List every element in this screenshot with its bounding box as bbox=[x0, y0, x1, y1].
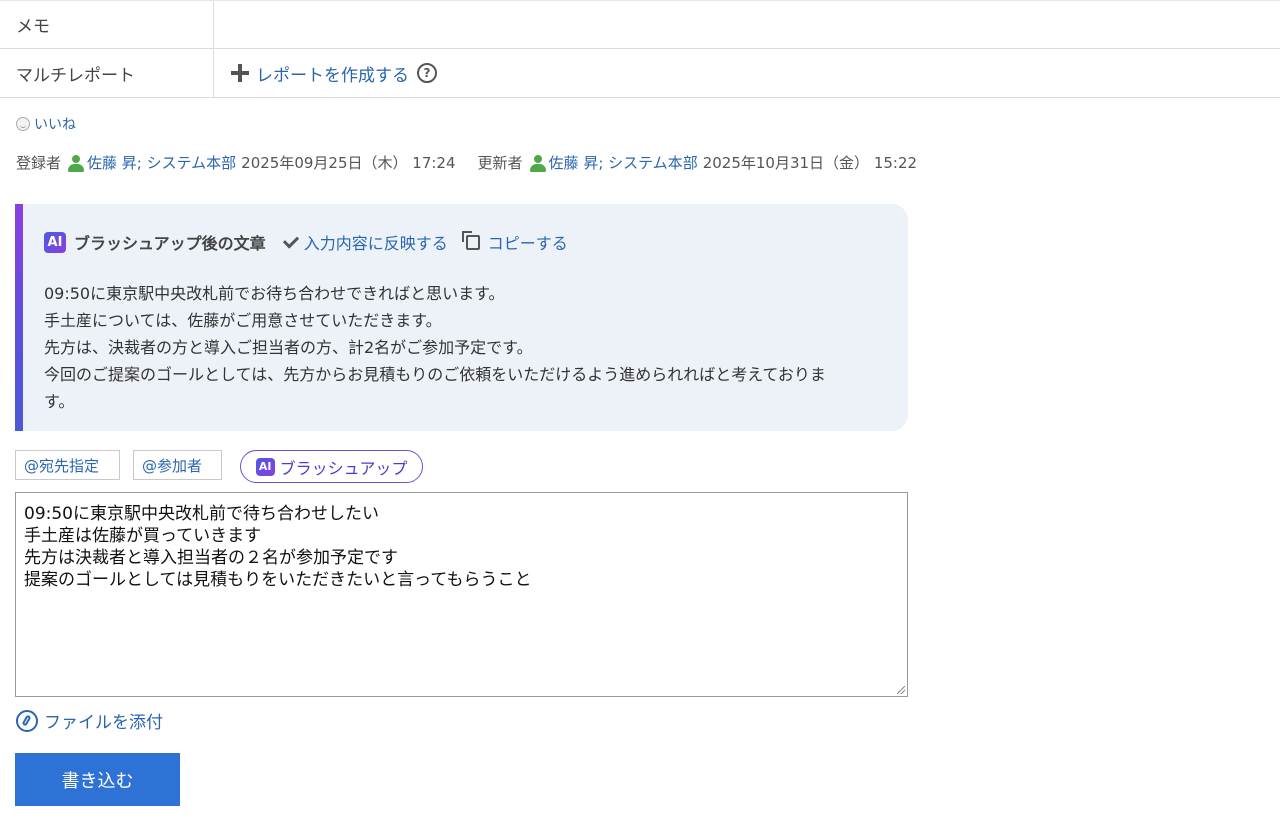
like-link[interactable]: いいね bbox=[34, 114, 76, 134]
like-row: いいね bbox=[16, 114, 76, 134]
user-icon bbox=[67, 154, 85, 172]
apply-to-input-link[interactable]: 入力内容に反映する bbox=[304, 230, 448, 254]
ai-panel-header: AI ブラッシュアップ後の文章 入力内容に反映する コピーする bbox=[44, 230, 568, 254]
comment-textarea[interactable]: 09:50に東京駅中央改札前で待ち合わせしたい 手土産は佐藤が買っていきます 先… bbox=[15, 492, 908, 697]
ai-icon: AI bbox=[255, 457, 275, 476]
ai-brushup-panel: AI ブラッシュアップ後の文章 入力内容に反映する コピーする 09:50に東京… bbox=[15, 204, 908, 431]
updater-name-link[interactable]: 佐藤 昇; システム本部 bbox=[549, 152, 698, 173]
memo-row: メモ bbox=[0, 0, 1280, 49]
ai-text-line: す。 bbox=[44, 392, 75, 411]
copy-link[interactable]: コピーする bbox=[488, 230, 568, 254]
resize-handle[interactable] bbox=[897, 686, 905, 694]
updated-at: 2025年10月31日（金） 15:22 bbox=[702, 154, 918, 172]
editor-line: 先方は決裁者と導入担当者の２名が参加予定です bbox=[24, 548, 398, 568]
multireport-label: マルチレポート bbox=[0, 49, 214, 97]
ai-panel-text: 09:50に東京駅中央改札前でお待ち合わせできればと思います。 手土産については… bbox=[44, 280, 884, 415]
brushup-button[interactable]: AI ブラッシュアップ bbox=[240, 450, 423, 483]
updater-label: 更新者 bbox=[477, 154, 523, 172]
brushup-label: ブラッシュアップ bbox=[279, 458, 408, 478]
mention-participants-button[interactable]: @参加者 bbox=[133, 450, 222, 480]
ai-text-line: 今回のご提案のゴールとしては、先方からお見積もりのご依頼をいただけるよう進められ… bbox=[44, 365, 826, 384]
memo-label: メモ bbox=[0, 1, 214, 48]
copy-icon bbox=[461, 230, 480, 250]
editor-line: 09:50に東京駅中央改札前で待ち合わせしたい bbox=[24, 504, 379, 524]
ai-text-line: 手土産については、佐藤がご用意させていただきます。 bbox=[44, 311, 442, 330]
mention-addressee-button[interactable]: @宛先指定 bbox=[15, 450, 120, 480]
ai-panel-title: ブラッシュアップ後の文章 bbox=[74, 234, 266, 253]
registrant-name-link[interactable]: 佐藤 昇; システム本部 bbox=[87, 152, 236, 173]
ai-text-line: 09:50に東京駅中央改札前でお待ち合わせできればと思います。 bbox=[44, 284, 505, 303]
editor-line: 手土産は佐藤が買っていきます bbox=[24, 526, 262, 546]
check-icon bbox=[282, 231, 299, 249]
attach-file-row[interactable]: ファイルを添付 bbox=[16, 708, 163, 733]
editor-line: 提案のゴールとしては見積もりをいただきたいと言ってもらうこと bbox=[24, 570, 532, 590]
property-table: メモ マルチレポート レポートを作成する ? bbox=[0, 0, 1280, 98]
ai-text-line: 先方は、決裁者の方と導入ご担当者の方、計2名がご参加予定です。 bbox=[44, 338, 533, 357]
attach-file-link[interactable]: ファイルを添付 bbox=[44, 708, 163, 733]
ai-icon: AI bbox=[44, 231, 66, 253]
multireport-row: マルチレポート レポートを作成する ? bbox=[0, 49, 1280, 98]
smile-icon[interactable] bbox=[16, 117, 30, 131]
registrant-label: 登録者 bbox=[16, 154, 62, 172]
paperclip-icon[interactable] bbox=[16, 709, 38, 732]
ai-panel-accent-bar bbox=[15, 204, 23, 431]
create-report-link[interactable]: レポートを作成する bbox=[256, 61, 409, 86]
submit-button[interactable]: 書き込む bbox=[15, 753, 180, 806]
multireport-value: レポートを作成する ? bbox=[230, 49, 437, 97]
user-icon bbox=[529, 154, 547, 172]
plus-icon[interactable] bbox=[230, 63, 250, 83]
registered-at: 2025年09月25日（木） 17:24 bbox=[241, 154, 456, 172]
record-meta: 登録者 佐藤 昇; システム本部 2025年09月25日（木） 17:24 更新… bbox=[16, 152, 917, 173]
help-icon[interactable]: ? bbox=[417, 63, 437, 83]
